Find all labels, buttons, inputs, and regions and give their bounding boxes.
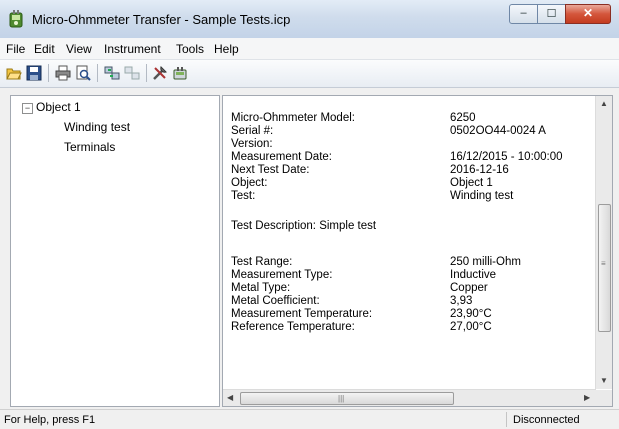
detail-value: 27,00°C (450, 321, 492, 333)
scroll-down-icon[interactable]: ▼ (600, 376, 608, 385)
title-bar[interactable]: Micro-Ohmmeter Transfer - Sample Tests.i… (0, 0, 619, 39)
horizontal-scroll-thumb[interactable]: ||| (240, 392, 454, 405)
close-icon: ✕ (582, 6, 594, 20)
detail-value: 23,90°C (450, 308, 492, 320)
toolbar-separator (146, 64, 147, 82)
detail-value: 3,93 (450, 295, 473, 307)
menu-view[interactable]: View (66, 42, 92, 56)
scroll-left-icon[interactable]: ◀ (227, 393, 233, 402)
detail-value: Winding test (450, 190, 514, 202)
detail-label: Test: (231, 190, 256, 202)
minimize-icon: – (520, 7, 527, 19)
menu-instrument[interactable]: Instrument (104, 42, 161, 56)
detail-label: Measurement Date: (231, 151, 332, 163)
maximize-button[interactable]: ☐ (537, 4, 566, 24)
print-preview-icon[interactable] (75, 65, 91, 81)
scroll-up-icon[interactable]: ▲ (600, 99, 608, 108)
status-bar: For Help, press F1 Disconnected (0, 409, 619, 429)
toolbar (0, 60, 619, 88)
menu-tools[interactable]: Tools (176, 42, 204, 56)
status-divider (506, 412, 507, 427)
detail-value: 6250 (450, 112, 476, 124)
status-help-text: For Help, press F1 (4, 414, 96, 426)
vertical-scrollbar[interactable]: ▲ ≡ ▼ (595, 96, 612, 389)
tree-item-winding-test[interactable]: Winding test (64, 120, 130, 134)
toolbar-separator (97, 64, 98, 82)
tree-item-terminals[interactable]: Terminals (64, 140, 115, 154)
connection-status: Disconnected (513, 414, 580, 426)
detail-value: Object 1 (450, 177, 493, 189)
close-button[interactable]: ✕ (565, 4, 611, 24)
detail-value: 16/12/2015 - 10:00:00 (450, 151, 563, 163)
object-tree[interactable]: − Object 1 Winding test Terminals (10, 95, 220, 407)
toolbar-separator (48, 64, 49, 82)
detail-value: 250 milli-Ohm (450, 256, 521, 268)
detail-value: Copper (450, 282, 488, 294)
detail-label: Version: (231, 138, 273, 150)
detail-label: Metal Coefficient: (231, 295, 320, 307)
detail-value: Inductive (450, 269, 497, 281)
window-controls: – ☐ ✕ (509, 4, 611, 24)
menu-edit[interactable]: Edit (34, 42, 55, 56)
detail-label: Reference Temperature: (231, 321, 355, 333)
save-icon[interactable] (26, 65, 42, 81)
app-icon (9, 10, 23, 28)
vertical-scroll-thumb[interactable]: ≡ (598, 204, 611, 332)
detail-label: Micro-Ohmmeter Model: (231, 112, 355, 124)
scroll-right-icon[interactable]: ▶ (584, 393, 590, 402)
detail-label: Test Range: (231, 256, 293, 268)
detail-label: Metal Type: (231, 282, 291, 294)
detail-value: 0502OO44-0024 A (450, 125, 546, 137)
menu-bar: File Edit View Instrument Tools Help (0, 38, 619, 60)
detail-label: Measurement Type: (231, 269, 333, 281)
menu-file[interactable]: File (6, 42, 25, 56)
window-title: Micro-Ohmmeter Transfer - Sample Tests.i… (32, 12, 291, 27)
detail-value: 2016-12-16 (450, 164, 509, 176)
detail-label: Serial #: (231, 125, 274, 137)
open-folder-icon[interactable] (6, 65, 22, 81)
upload-icon[interactable] (124, 65, 140, 81)
download-icon[interactable] (104, 65, 120, 81)
instrument-icon[interactable] (172, 65, 188, 81)
grip-icon: ≡ (601, 259, 606, 268)
scrollbar-corner (596, 390, 612, 406)
horizontal-scrollbar[interactable]: ◀ ||| ▶ (223, 389, 596, 406)
tools-icon[interactable] (152, 65, 168, 81)
grip-icon: ||| (338, 394, 345, 403)
detail-label: Measurement Temperature: (231, 308, 373, 320)
test-description: Test Description: Simple test (231, 220, 377, 232)
collapse-icon[interactable]: − (22, 103, 33, 114)
menu-help[interactable]: Help (214, 42, 239, 56)
minimize-button[interactable]: – (509, 4, 538, 24)
tree-item-object-1[interactable]: Object 1 (36, 100, 81, 114)
print-icon[interactable] (55, 65, 71, 81)
detail-label: Next Test Date: (231, 164, 310, 176)
details-panel: Micro-Ohmmeter Model: 6250 Serial #: 050… (222, 95, 613, 407)
maximize-icon: ☐ (546, 8, 557, 20)
detail-label: Object: (231, 177, 268, 189)
